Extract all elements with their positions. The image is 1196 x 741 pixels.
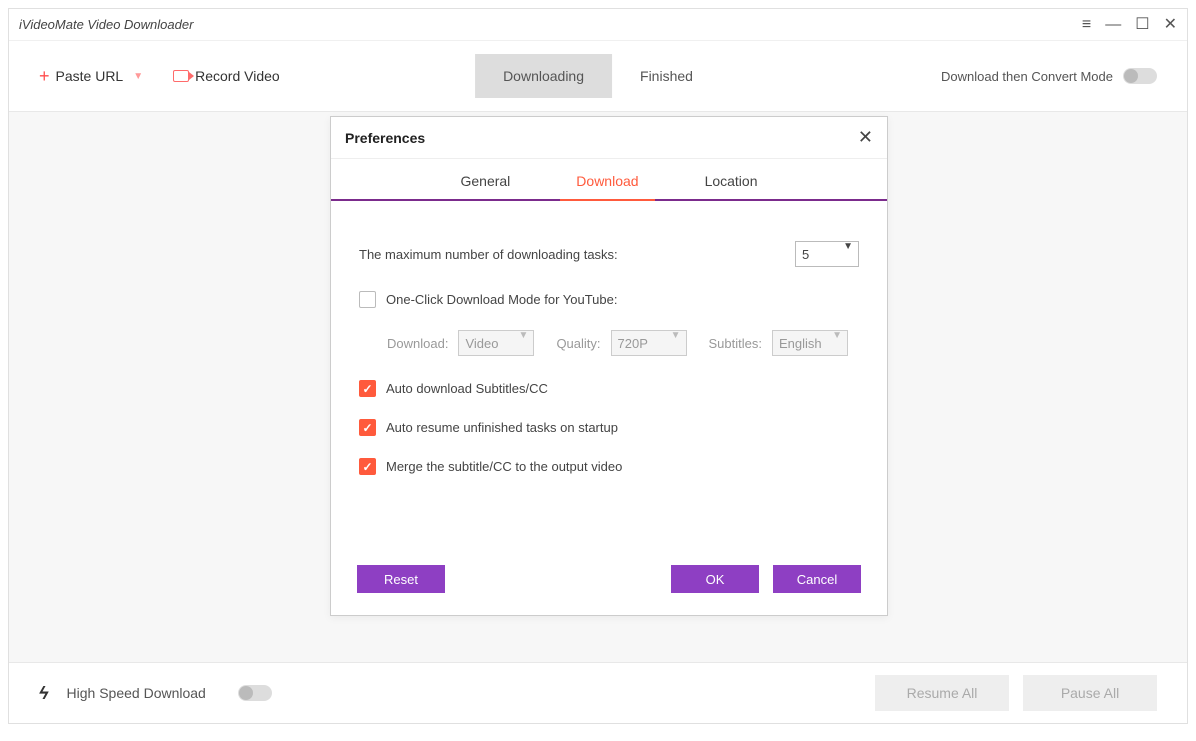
tab-general[interactable]: General bbox=[452, 159, 518, 199]
modal-body: The maximum number of downloading tasks:… bbox=[331, 201, 887, 551]
max-tasks-label: The maximum number of downloading tasks: bbox=[359, 247, 795, 262]
tab-download[interactable]: Download bbox=[568, 159, 646, 199]
camera-icon bbox=[173, 70, 189, 82]
pause-all-button[interactable]: Pause All bbox=[1023, 675, 1157, 711]
tab-downloading[interactable]: Downloading bbox=[475, 54, 612, 98]
merge-subtitle-checkbox[interactable] bbox=[359, 458, 376, 475]
bottombar-actions: Resume All Pause All bbox=[875, 675, 1157, 711]
app-title: iVideoMate Video Downloader bbox=[19, 17, 193, 32]
auto-resume-row: Auto resume unfinished tasks on startup bbox=[359, 419, 859, 436]
tab-finished[interactable]: Finished bbox=[612, 54, 721, 98]
bottombar: ϟ High Speed Download Resume All Pause A… bbox=[9, 663, 1187, 723]
auto-subtitles-checkbox[interactable] bbox=[359, 380, 376, 397]
convert-mode-area: Download then Convert Mode bbox=[941, 68, 1157, 84]
minimize-icon[interactable]: — bbox=[1105, 17, 1121, 33]
max-tasks-row: The maximum number of downloading tasks:… bbox=[359, 241, 859, 267]
resume-all-button[interactable]: Resume All bbox=[875, 675, 1009, 711]
paste-url-button[interactable]: + Paste URL ▼ bbox=[39, 66, 143, 87]
high-speed-label: High Speed Download bbox=[67, 685, 206, 701]
high-speed-toggle[interactable] bbox=[238, 685, 272, 701]
max-tasks-value: 5 bbox=[795, 241, 859, 267]
chevron-down-icon: ▼ bbox=[133, 71, 143, 82]
quality-label: Quality: bbox=[556, 336, 600, 351]
maximize-icon[interactable]: ☐ bbox=[1135, 17, 1149, 33]
preferences-modal: Preferences ✕ General Download Location … bbox=[330, 116, 888, 616]
titlebar: iVideoMate Video Downloader ≡ — ☐ ✕ bbox=[9, 9, 1187, 41]
record-video-button[interactable]: Record Video bbox=[173, 68, 280, 84]
cancel-button[interactable]: Cancel bbox=[773, 565, 861, 593]
quality-value: 720P bbox=[611, 330, 687, 356]
download-type-value: Video bbox=[458, 330, 534, 356]
one-click-label: One-Click Download Mode for YouTube: bbox=[386, 292, 617, 307]
download-type-select[interactable]: Video ▼ bbox=[458, 330, 534, 356]
subtitles-value: English bbox=[772, 330, 848, 356]
subtitles-select[interactable]: English ▼ bbox=[772, 330, 848, 356]
merge-subtitle-label: Merge the subtitle/CC to the output vide… bbox=[386, 459, 622, 474]
convert-mode-label: Download then Convert Mode bbox=[941, 69, 1113, 84]
reset-button[interactable]: Reset bbox=[357, 565, 445, 593]
download-label: Download: bbox=[387, 336, 448, 351]
close-window-icon[interactable]: ✕ bbox=[1164, 17, 1177, 33]
modal-header: Preferences ✕ bbox=[331, 117, 887, 159]
main-window: iVideoMate Video Downloader ≡ — ☐ ✕ + Pa… bbox=[8, 8, 1188, 724]
ok-button[interactable]: OK bbox=[671, 565, 759, 593]
modal-title: Preferences bbox=[345, 130, 425, 146]
auto-resume-checkbox[interactable] bbox=[359, 419, 376, 436]
plus-icon: + bbox=[39, 66, 50, 87]
max-tasks-select[interactable]: 5 ▼ bbox=[795, 241, 859, 267]
convert-mode-toggle[interactable] bbox=[1123, 68, 1157, 84]
bolt-icon: ϟ bbox=[39, 683, 49, 704]
toolbar: + Paste URL ▼ Record Video Downloading F… bbox=[9, 41, 1187, 111]
one-click-options-row: Download: Video ▼ Quality: 720P ▼ Subtit… bbox=[387, 330, 859, 356]
auto-resume-label: Auto resume unfinished tasks on startup bbox=[386, 420, 618, 435]
main-tabs: Downloading Finished bbox=[475, 54, 721, 98]
tab-location[interactable]: Location bbox=[697, 159, 766, 199]
auto-subtitles-label: Auto download Subtitles/CC bbox=[386, 381, 548, 396]
subtitles-label: Subtitles: bbox=[709, 336, 762, 351]
modal-tabs: General Download Location bbox=[331, 159, 887, 201]
hamburger-icon[interactable]: ≡ bbox=[1082, 17, 1091, 33]
quality-select[interactable]: 720P ▼ bbox=[611, 330, 687, 356]
one-click-checkbox[interactable] bbox=[359, 291, 376, 308]
record-video-label: Record Video bbox=[195, 68, 280, 84]
one-click-row: One-Click Download Mode for YouTube: bbox=[359, 291, 859, 308]
merge-subtitle-row: Merge the subtitle/CC to the output vide… bbox=[359, 458, 859, 475]
modal-footer: Reset OK Cancel bbox=[331, 551, 887, 615]
close-icon[interactable]: ✕ bbox=[858, 127, 873, 148]
paste-url-label: Paste URL bbox=[56, 68, 124, 84]
auto-subtitles-row: Auto download Subtitles/CC bbox=[359, 380, 859, 397]
window-controls: ≡ — ☐ ✕ bbox=[1082, 17, 1177, 33]
